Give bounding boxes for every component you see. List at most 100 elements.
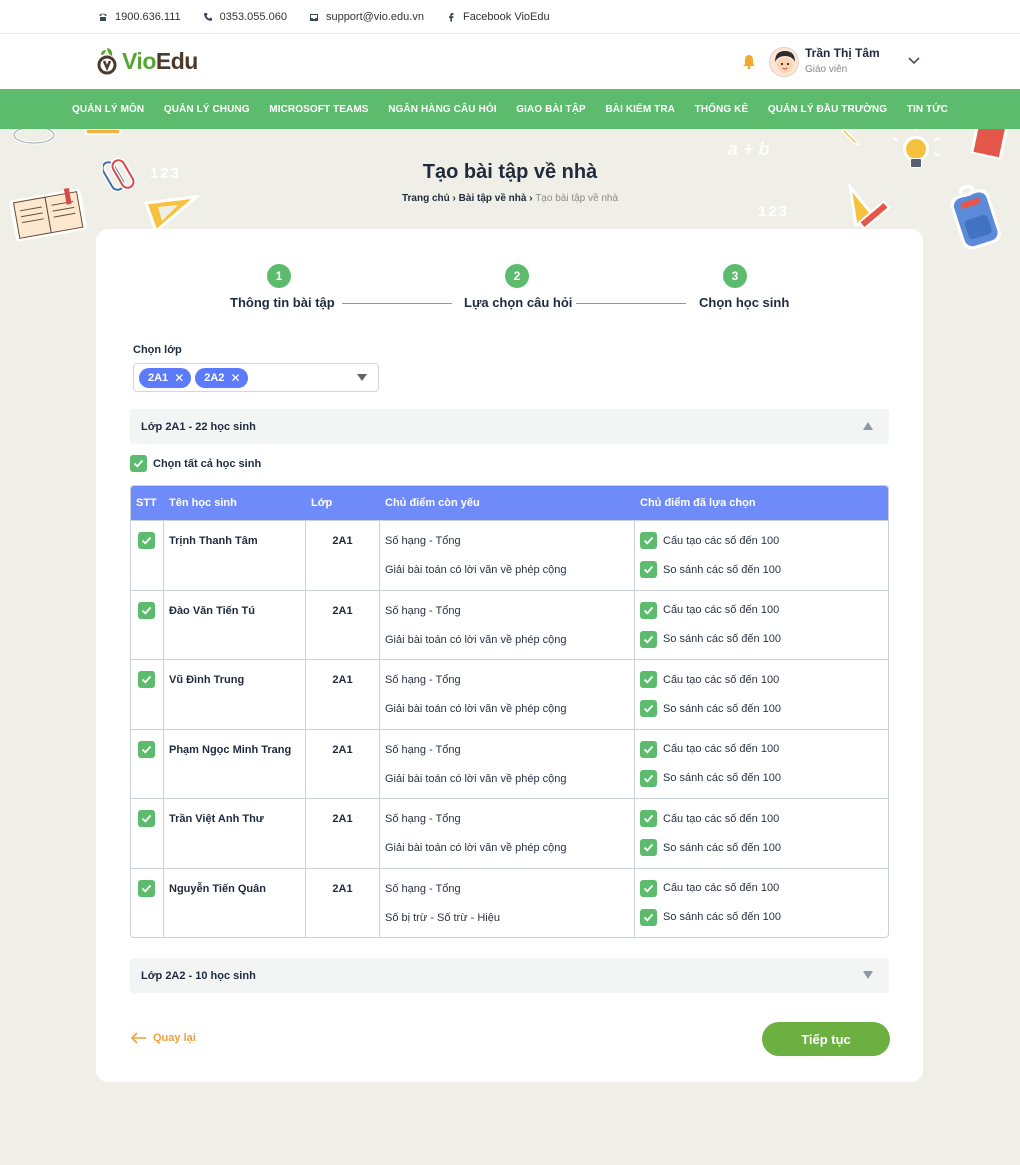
step-3-label: Chọn học sinh (699, 295, 790, 310)
deco-numbers-2: 123 (758, 203, 790, 220)
row-select-cell (131, 521, 164, 590)
collapse-icon[interactable] (863, 422, 873, 430)
student-name: Trịnh Thanh Tâm (164, 521, 306, 590)
email[interactable]: support@vio.edu.vn (309, 11, 424, 23)
checkbox-checked-icon[interactable] (640, 700, 657, 717)
nav-item-general[interactable]: Quản lý chung (164, 104, 250, 115)
chosen-topic[interactable]: Cấu tạo các số đến 100 (640, 879, 779, 897)
chosen-topic[interactable]: So sánh các số đến 100 (640, 700, 781, 717)
checkbox-checked-icon[interactable] (640, 810, 657, 827)
student-class: 2A1 (306, 729, 380, 798)
facebook-link[interactable]: Facebook VioEdu (446, 11, 550, 23)
col-name: Tên học sinh (169, 497, 237, 509)
checkbox-checked-icon[interactable] (138, 532, 155, 549)
checkbox-checked-icon[interactable] (640, 630, 657, 648)
checkbox-checked-icon[interactable] (640, 671, 657, 688)
checkbox-checked-icon[interactable] (640, 839, 657, 856)
chosen-topic[interactable]: Cấu tạo các số đến 100 (640, 810, 779, 827)
weak-topic: Giải bài toán có lời văn về phép cộng (385, 703, 567, 715)
class-chip: 2A1 ✕ (139, 367, 192, 388)
weak-topic: Số hạng - Tổng (385, 604, 461, 617)
row-select-cell (131, 868, 164, 937)
nav-item-question-bank[interactable]: Ngân hàng câu hỏi (388, 104, 496, 115)
back-button[interactable]: Quay lại (130, 1032, 196, 1044)
row-select-cell (131, 799, 164, 868)
hotline[interactable]: 1900.636.111 (98, 11, 181, 23)
vioedu-logo[interactable]: VioEdu (95, 46, 198, 76)
chosen-topics-cell: Cấu tạo các số đến 100 So sánh các số đến… (635, 521, 888, 590)
inbox-icon (309, 13, 318, 21)
chosen-topic[interactable]: Cấu tạo các số đến 100 (640, 601, 779, 619)
step-3-number: 3 (723, 264, 747, 288)
chosen-topic[interactable]: So sánh các số đến 100 (640, 630, 781, 648)
class-select[interactable]: 2A1 ✕ 2A2 ✕ (133, 363, 379, 392)
nav-item-tests[interactable]: Bài kiểm tra (605, 104, 675, 115)
nav-item-teams[interactable]: Microsoft Teams (269, 104, 368, 115)
row-select-cell (131, 660, 164, 729)
logo-mark-icon (97, 48, 117, 75)
nav-item-statistics[interactable]: Thống kê (695, 104, 749, 115)
weak-topic: Số hạng - Tổng (385, 674, 461, 686)
chosen-topic[interactable]: Cấu tạo các số đến 100 (640, 740, 779, 758)
nav-item-assign-homework[interactable]: Giao bài tập (516, 104, 586, 115)
breadcrumb-parent[interactable]: Bài tập về nhà (459, 193, 527, 204)
bell-icon[interactable] (742, 54, 756, 69)
chevron-down-icon[interactable] (908, 57, 920, 65)
chosen-topic[interactable]: So sánh các số đến 100 (640, 908, 781, 926)
step-2-number: 2 (505, 264, 529, 288)
breadcrumb-current: Tạo bài tập về nhà (535, 193, 619, 204)
logo-text: VioEdu (122, 47, 198, 74)
chosen-topics-cell: Cấu tạo các số đến 100 So sánh các số đến… (635, 799, 888, 868)
table-row: Đào Văn Tiến Tú 2A1 Số hạng - Tổng Giải bài… (131, 589, 888, 659)
stepper: 1 Thông tin bài tập 2 Lựa chọn câu hỏi 3… (96, 264, 923, 324)
col-stt: STT (136, 497, 157, 509)
checkbox-checked-icon[interactable] (138, 671, 155, 688)
checkbox-checked-icon[interactable] (640, 908, 657, 926)
checkbox-checked-icon[interactable] (640, 879, 657, 897)
student-class: 2A1 (306, 521, 380, 590)
student-class: 2A1 (306, 590, 380, 659)
chosen-topic[interactable]: So sánh các số đến 100 (640, 769, 781, 787)
remove-chip-icon[interactable]: ✕ (230, 371, 240, 385)
phone[interactable]: 0353.055.060 (203, 11, 287, 23)
caret-down-icon[interactable] (357, 374, 367, 381)
table-row: Nguyễn Tiến Quân 2A1 Số hạng - Tổng Số bị t… (131, 867, 888, 937)
student-name: Trần Việt Anh Thư (164, 799, 306, 868)
nav-item-subject[interactable]: Quản lý môn (72, 104, 144, 115)
weak-topic: Số hạng - Tổng (385, 535, 461, 547)
checkbox-checked-icon[interactable] (138, 810, 155, 827)
remove-chip-icon[interactable]: ✕ (174, 371, 184, 385)
class-group-header[interactable]: Lớp 2A1 - 22 học sinh (130, 409, 889, 444)
checkbox-checked-icon[interactable] (130, 455, 147, 472)
weak-topics-cell: Số hạng - Tổng Giải bài toán có lời văn v… (380, 660, 635, 729)
checkbox-checked-icon[interactable] (640, 561, 657, 578)
table-body: Trịnh Thanh Tâm 2A1 Số hạng - Tổng Giải bài… (131, 520, 888, 937)
expand-icon[interactable] (863, 971, 873, 979)
chosen-topic[interactable]: Cấu tạo các số đến 100 (640, 532, 779, 549)
checkbox-checked-icon[interactable] (138, 740, 155, 758)
checkbox-checked-icon[interactable] (640, 532, 657, 549)
weak-topic: Giải bài toán có lời văn về phép cộng (385, 633, 567, 646)
avatar[interactable] (769, 47, 799, 77)
select-all[interactable]: Chọn tất cả học sinh (130, 455, 261, 472)
chosen-topics-cell: Cấu tạo các số đến 100 So sánh các số đến… (635, 730, 888, 799)
checkbox-checked-icon[interactable] (138, 879, 155, 897)
chosen-topic[interactable]: Cấu tạo các số đến 100 (640, 671, 779, 688)
checkbox-checked-icon[interactable] (640, 740, 657, 758)
step-1-label: Thông tin bài tập (230, 295, 335, 310)
breadcrumb-home[interactable]: Trang chủ (402, 193, 450, 204)
col-chosen-topics: Chủ điểm đã lựa chọn (640, 497, 756, 509)
chosen-topics-cell: Cấu tạo các số đến 100 So sánh các số đến… (635, 660, 888, 729)
checkbox-checked-icon[interactable] (138, 601, 155, 619)
main-nav: Quản lý môn Quản lý chung Microsoft Team… (0, 89, 1020, 129)
weak-topics-cell: Số hạng - Tổng Số bị trừ - Số trừ - Hiệu (380, 868, 635, 937)
checkbox-checked-icon[interactable] (640, 769, 657, 787)
chosen-topic[interactable]: So sánh các số đến 100 (640, 561, 781, 578)
nav-item-school[interactable]: Quản lý đầu trường (768, 104, 887, 115)
next-button[interactable]: Tiếp tục (762, 1022, 890, 1056)
class-group-header[interactable]: Lớp 2A2 - 10 học sinh (130, 958, 889, 993)
chosen-topic[interactable]: So sánh các số đến 100 (640, 839, 781, 856)
checkbox-checked-icon[interactable] (640, 601, 657, 619)
contact-bar: 1900.636.111 0353.055.060 support@vio.ed… (0, 0, 1020, 34)
nav-item-news[interactable]: Tin tức (907, 104, 948, 115)
